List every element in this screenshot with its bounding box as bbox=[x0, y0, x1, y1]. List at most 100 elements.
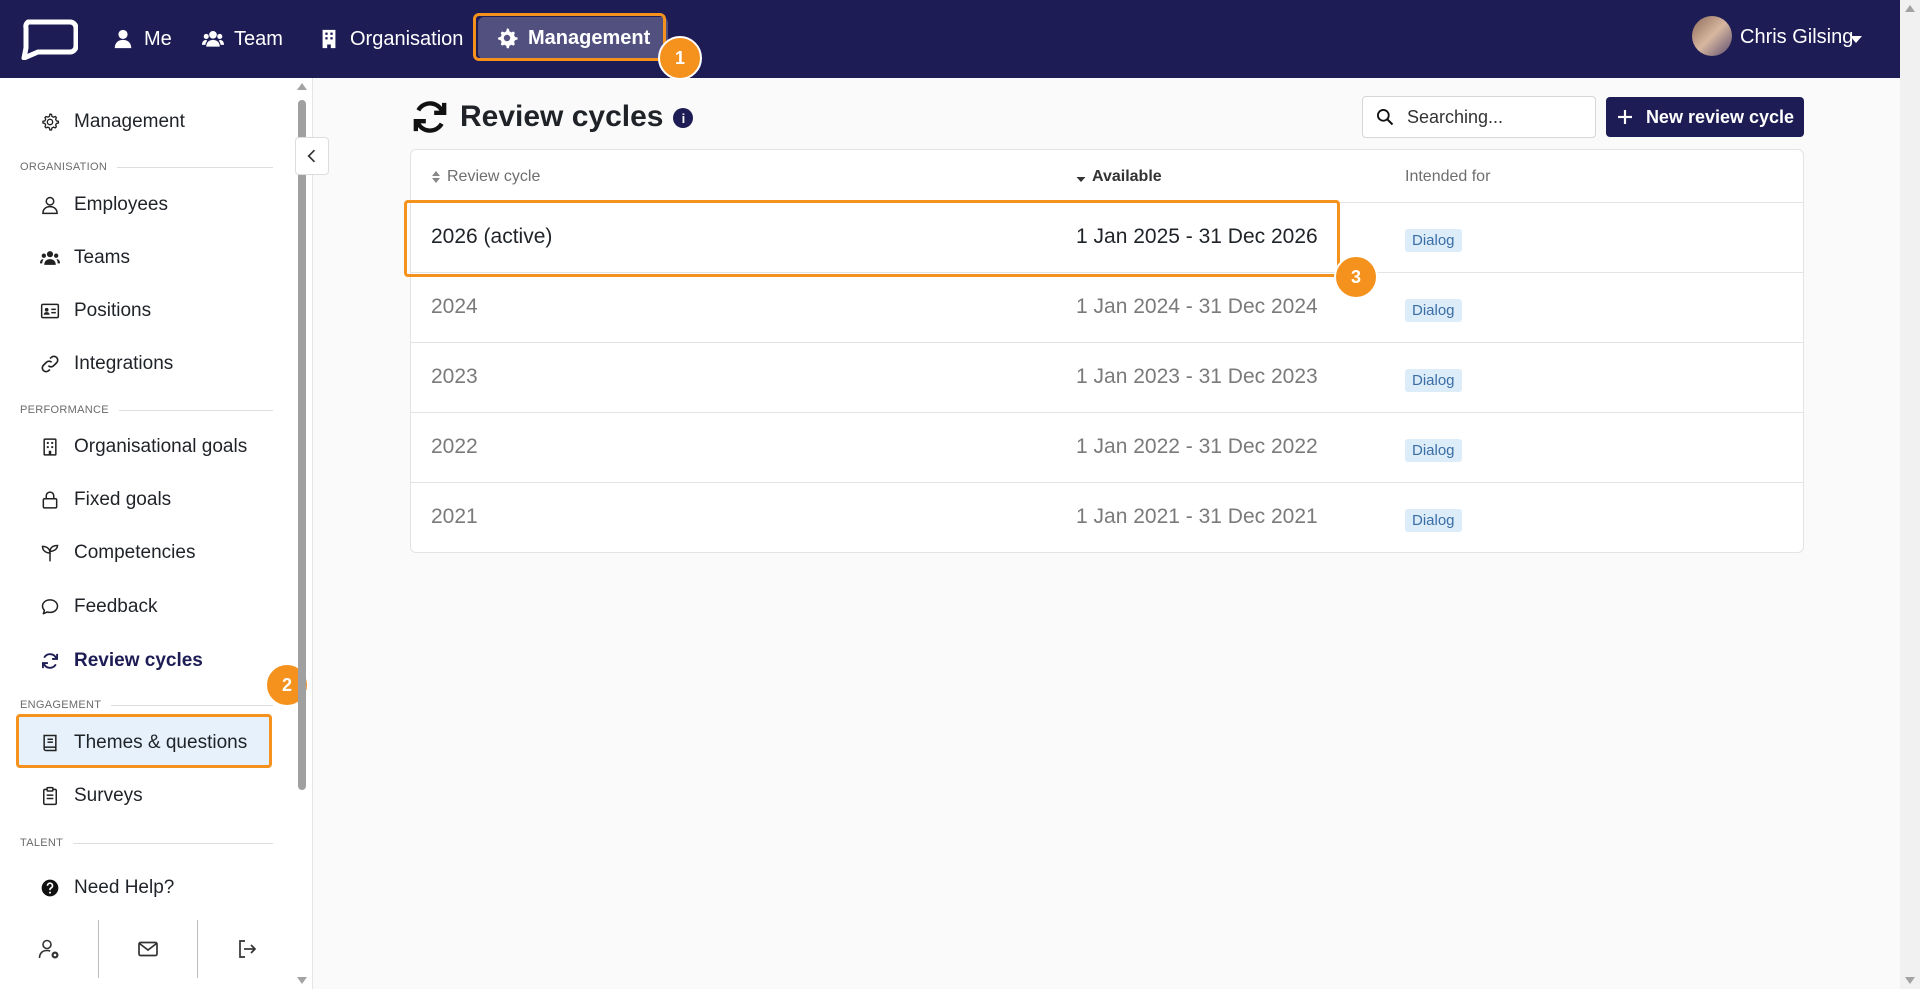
users-icon bbox=[40, 251, 60, 265]
column-header-label: Available bbox=[1092, 168, 1162, 185]
nav-me[interactable]: Me bbox=[112, 22, 172, 56]
section-talent: TALENT bbox=[20, 837, 273, 849]
sidebar-scrollbar[interactable] bbox=[296, 78, 308, 989]
column-header-label: Review cycle bbox=[447, 168, 541, 185]
nav-organisation-label: Organisation bbox=[350, 27, 464, 50]
logout-icon bbox=[239, 940, 257, 958]
question-circle-icon bbox=[41, 879, 59, 897]
sidebar-item-label: Review cycles bbox=[74, 650, 203, 671]
intended-for-tag: Dialog bbox=[1405, 369, 1462, 392]
sidebar-item-label: Teams bbox=[74, 247, 130, 268]
app-logo[interactable] bbox=[18, 18, 78, 60]
top-navigation: Me Team Organisation Management 1 Chris … bbox=[0, 0, 1900, 80]
sidebar-item-label: Organisational goals bbox=[74, 436, 248, 457]
new-review-cycle-button[interactable]: New review cycle bbox=[1606, 97, 1804, 137]
cell-review-cycle: 2021 bbox=[431, 505, 478, 528]
column-header-available[interactable]: Available bbox=[1076, 168, 1162, 186]
sidebar-item-integrations[interactable]: Integrations bbox=[40, 348, 173, 380]
sidebar-item-review-cycles[interactable]: Review cycles bbox=[40, 645, 203, 677]
collapse-sidebar-button[interactable] bbox=[295, 137, 329, 175]
sidebar-scroll-thumb[interactable] bbox=[298, 100, 306, 790]
chevron-left-icon bbox=[307, 149, 316, 163]
sidebar-item-feedback[interactable]: Feedback bbox=[40, 591, 157, 623]
refresh-icon bbox=[413, 101, 447, 133]
sidebar-item-employees[interactable]: Employees bbox=[40, 189, 168, 221]
sidebar-item-positions[interactable]: Positions bbox=[40, 295, 151, 327]
lock-icon bbox=[42, 491, 58, 509]
page-header: Review cycles i bbox=[410, 97, 694, 137]
column-header-review-cycle[interactable]: Review cycle bbox=[431, 168, 540, 186]
sidebar-item-management[interactable]: Management bbox=[40, 106, 185, 138]
info-icon[interactable]: i bbox=[673, 108, 694, 128]
sidebar-item-organisational-goals[interactable]: Organisational goals bbox=[40, 431, 247, 463]
nav-organisation[interactable]: Organisation bbox=[318, 22, 463, 56]
clipboard-icon bbox=[43, 786, 57, 806]
user-icon bbox=[114, 29, 132, 49]
page-scrollbar[interactable] bbox=[1900, 0, 1920, 989]
cell-available: 1 Jan 2021 - 31 Dec 2021 bbox=[1076, 505, 1318, 528]
seedling-icon bbox=[41, 544, 59, 562]
sidebar-item-teams[interactable]: Teams bbox=[40, 242, 130, 274]
cell-review-cycle: 2023 bbox=[431, 365, 478, 388]
section-performance: PERFORMANCE bbox=[20, 404, 273, 416]
intended-for-tag: Dialog bbox=[1405, 509, 1462, 532]
cell-available: 1 Jan 2022 - 31 Dec 2022 bbox=[1076, 435, 1318, 458]
caret-down-icon[interactable] bbox=[1850, 36, 1862, 43]
page-title: Review cycles bbox=[460, 100, 664, 133]
sidebar-item-competencies[interactable]: Competencies bbox=[40, 537, 195, 569]
search-box[interactable] bbox=[1362, 96, 1596, 138]
scroll-down-arrow-icon[interactable] bbox=[1905, 977, 1915, 984]
user-name[interactable]: Chris Gilsing bbox=[1740, 26, 1853, 49]
sidebar-item-need-help[interactable]: Need Help? bbox=[40, 872, 174, 904]
section-engagement: ENGAGEMENT bbox=[20, 699, 273, 711]
sidebar-item-label: Need Help? bbox=[74, 877, 175, 898]
users-icon bbox=[202, 30, 224, 47]
sidebar: Management ORGANISATION Employees Teams … bbox=[0, 78, 313, 989]
scroll-up-arrow-icon[interactable] bbox=[1905, 5, 1915, 12]
table-row[interactable]: 2024 1 Jan 2024 - 31 Dec 2024 Dialog bbox=[411, 272, 1803, 342]
sidebar-item-themes-questions[interactable]: Themes & questions bbox=[40, 727, 247, 759]
sidebar-item-label: Competencies bbox=[74, 542, 196, 563]
intended-for-tag: Dialog bbox=[1405, 439, 1462, 462]
scroll-down-arrow-icon[interactable] bbox=[297, 977, 307, 984]
building-icon bbox=[322, 29, 336, 49]
cell-intended-for: Dialog bbox=[1405, 297, 1462, 322]
cell-intended-for: Dialog bbox=[1405, 227, 1462, 252]
building-icon bbox=[43, 438, 57, 456]
step-badge-3: 3 bbox=[1334, 255, 1378, 299]
sidebar-item-fixed-goals[interactable]: Fixed goals bbox=[40, 484, 171, 516]
nav-team-label: Team bbox=[234, 27, 283, 50]
avatar[interactable] bbox=[1692, 16, 1732, 56]
section-organisation: ORGANISATION bbox=[20, 161, 273, 173]
book-icon bbox=[43, 734, 57, 752]
table-row[interactable]: 2023 1 Jan 2023 - 31 Dec 2023 Dialog bbox=[411, 342, 1803, 412]
nav-team[interactable]: Team bbox=[202, 22, 283, 56]
sidebar-item-label: Themes & questions bbox=[74, 732, 248, 753]
user-cog-icon bbox=[38, 939, 59, 959]
sort-icon bbox=[432, 171, 440, 183]
logout-button[interactable] bbox=[198, 920, 296, 978]
refresh-icon bbox=[42, 653, 58, 669]
cell-review-cycle: 2024 bbox=[431, 295, 478, 318]
sidebar-item-surveys[interactable]: Surveys bbox=[40, 780, 143, 812]
sidebar-item-label: Employees bbox=[74, 194, 168, 215]
sidebar-item-label: Management bbox=[74, 111, 185, 132]
cell-available: 1 Jan 2024 - 31 Dec 2024 bbox=[1076, 295, 1318, 318]
user-settings-button[interactable] bbox=[0, 920, 99, 978]
search-icon bbox=[1377, 109, 1394, 126]
search-input[interactable] bbox=[1407, 106, 1577, 128]
scroll-up-arrow-icon[interactable] bbox=[297, 83, 307, 90]
mail-button[interactable] bbox=[99, 920, 198, 978]
table-row[interactable]: 2021 1 Jan 2021 - 31 Dec 2021 Dialog bbox=[411, 482, 1803, 552]
new-review-cycle-label: New review cycle bbox=[1645, 106, 1795, 127]
section-label: ORGANISATION bbox=[20, 161, 108, 173]
user-icon bbox=[42, 196, 58, 215]
sidebar-item-label: Fixed goals bbox=[74, 489, 172, 510]
section-label: PERFORMANCE bbox=[20, 404, 109, 416]
intended-for-tag: Dialog bbox=[1405, 229, 1462, 252]
sidebar-footer bbox=[0, 920, 296, 978]
sidebar-item-label: Integrations bbox=[74, 353, 174, 374]
link-icon bbox=[41, 355, 59, 373]
cell-intended-for: Dialog bbox=[1405, 367, 1462, 392]
table-row[interactable]: 2022 1 Jan 2022 - 31 Dec 2022 Dialog bbox=[411, 412, 1803, 482]
